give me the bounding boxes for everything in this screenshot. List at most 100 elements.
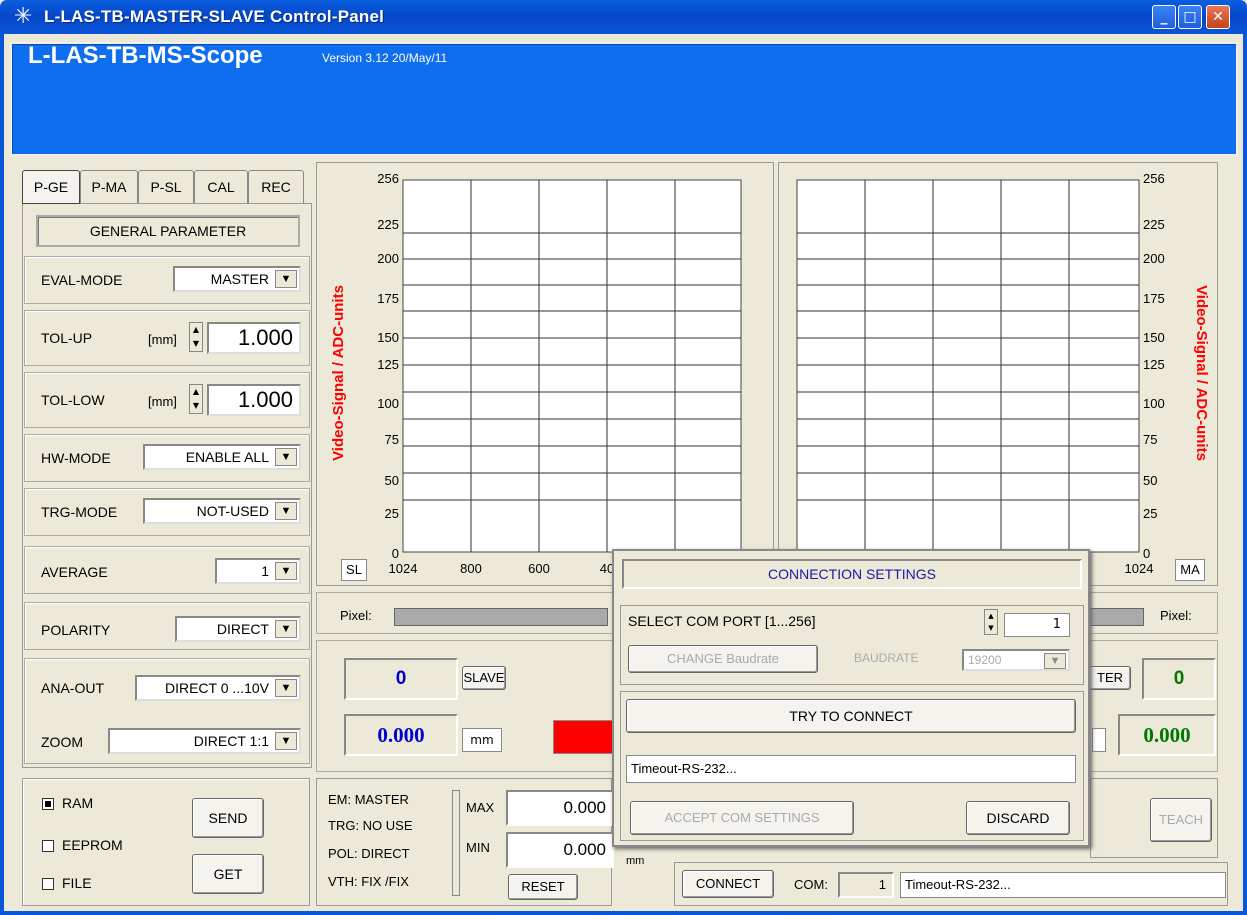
polarity-label: POLARITY — [41, 622, 111, 638]
pixel-label-right: Pixel: — [1160, 608, 1192, 623]
change-baudrate-button[interactable]: CHANGE Baudrate — [628, 645, 818, 673]
tab-p-ge[interactable]: P-GE — [22, 170, 80, 204]
select-com-label: SELECT COM PORT [1...256] — [628, 613, 816, 629]
minimize-button[interactable]: _ — [1152, 5, 1176, 29]
hw-mode-select[interactable]: ENABLE ALL ▼ — [143, 444, 301, 470]
slave-scope-chart: 256 225 200 175 150 125 100 75 50 25 0 1… — [316, 162, 774, 586]
x-tick-label: 800 — [460, 561, 482, 576]
y-tick-label: 125 — [1143, 357, 1165, 372]
average-select[interactable]: 1 ▼ — [215, 558, 301, 584]
y-tick-label: 0 — [392, 546, 399, 561]
y-axis-label: Video-Signal / ADC-units — [1193, 285, 1210, 461]
hw-mode-label: HW-MODE — [41, 450, 111, 466]
master-scope-chart: 256 225 200 175 150 125 100 75 50 25 0 1… — [778, 162, 1218, 586]
y-tick-label: 150 — [377, 330, 399, 345]
accept-com-settings-button[interactable]: ACCEPT COM SETTINGS — [630, 801, 854, 835]
y-tick-label: 225 — [1143, 217, 1165, 232]
y-tick-label: 75 — [385, 432, 399, 447]
chevron-down-icon[interactable]: ▼ — [275, 620, 297, 638]
tab-p-sl[interactable]: P-SL — [138, 170, 194, 204]
app-title: L-LAS-TB-MS-Scope — [28, 42, 263, 69]
max-label: MAX — [466, 800, 495, 815]
status-em: EM: MASTER — [328, 792, 409, 807]
discard-button[interactable]: DISCARD — [966, 801, 1070, 835]
x-tick-label: 1024 — [1125, 561, 1154, 576]
baudrate-select[interactable]: 19200 ▼ — [962, 649, 1070, 671]
chevron-down-icon[interactable]: ▼ — [275, 732, 297, 750]
status-indicator-red — [553, 720, 613, 754]
eval-mode-select[interactable]: MASTER ▼ — [173, 266, 301, 292]
y-tick-label: 75 — [1143, 432, 1157, 447]
y-tick-label: 100 — [1143, 396, 1165, 411]
chevron-down-icon[interactable]: ▼ — [1044, 653, 1066, 669]
close-button[interactable]: ✕ — [1206, 5, 1230, 29]
chevron-down-icon[interactable]: ▼ — [275, 270, 297, 288]
tab-rec[interactable]: REC — [248, 170, 304, 204]
y-tick-label: 200 — [377, 251, 399, 266]
y-tick-label: 25 — [385, 506, 399, 521]
tol-low-label: TOL-LOW — [41, 392, 105, 408]
chevron-down-icon[interactable]: ▼ — [275, 679, 297, 697]
teach-button[interactable]: TEACH — [1150, 798, 1212, 842]
tol-low-input[interactable]: 1.000 — [207, 384, 301, 416]
trg-mode-select[interactable]: NOT-USED ▼ — [143, 498, 301, 524]
tol-up-input[interactable]: 1.000 — [207, 322, 301, 354]
master-corner-label: MA — [1175, 559, 1205, 581]
zoom-select[interactable]: DIRECT 1:1 ▼ — [108, 728, 301, 754]
zoom-label: ZOOM — [41, 734, 83, 750]
y-tick-label: 50 — [1143, 473, 1157, 488]
average-label: AVERAGE — [41, 564, 108, 580]
x-tick-label: 600 — [528, 561, 550, 576]
file-checkbox[interactable] — [42, 878, 54, 890]
tol-low-spinner[interactable]: ▲ ▼ — [189, 384, 203, 414]
y-tick-label: 256 — [377, 171, 399, 186]
y-tick-label: 150 — [1143, 330, 1165, 345]
reset-button[interactable]: RESET — [508, 874, 578, 900]
y-tick-label: 50 — [385, 473, 399, 488]
slave-button[interactable]: SLAVE — [462, 666, 506, 690]
tol-up-spinner[interactable]: ▲ ▼ — [189, 322, 203, 352]
master-value-display: 0.000 — [1118, 714, 1216, 756]
master-count-display: 0 — [1142, 658, 1216, 700]
chevron-down-icon[interactable]: ▼ — [275, 448, 297, 466]
maximize-button[interactable]: □ — [1178, 5, 1202, 29]
master-button[interactable]: TER — [1089, 666, 1131, 690]
y-tick-label: 225 — [377, 217, 399, 232]
pixel-label-left: Pixel: — [340, 608, 372, 623]
com-label: COM: — [794, 877, 828, 892]
connect-button[interactable]: CONNECT — [682, 870, 774, 898]
y-tick-label: 0 — [1143, 546, 1150, 561]
ram-checkbox[interactable] — [42, 798, 54, 810]
minmax-unit: mm — [626, 855, 645, 867]
slave-count-display: 0 — [344, 658, 458, 700]
slave-corner-label: SL — [341, 559, 367, 581]
chevron-down-icon[interactable]: ▼ — [275, 502, 297, 520]
tab-cal[interactable]: CAL — [194, 170, 248, 204]
slave-unit-label: mm — [462, 728, 502, 752]
general-parameter-title: GENERAL PARAMETER — [36, 215, 300, 247]
pixel-progress-left — [394, 608, 608, 626]
y-tick-label: 175 — [1143, 291, 1165, 306]
com-port-input[interactable]: 1 — [1004, 613, 1070, 637]
send-button[interactable]: SEND — [192, 798, 264, 838]
get-button[interactable]: GET — [192, 854, 264, 894]
eval-mode-label: EVAL-MODE — [41, 272, 123, 288]
com-port-spinner[interactable]: ▲ ▼ — [984, 609, 998, 635]
window-title: L-LAS-TB-MASTER-SLAVE Control-Panel — [44, 7, 385, 26]
y-tick-label: 200 — [1143, 251, 1165, 266]
slave-value-display: 0.000 — [344, 714, 458, 756]
tol-low-unit: [mm] — [148, 394, 177, 409]
eeprom-checkbox[interactable] — [42, 840, 54, 852]
y-tick-label: 175 — [377, 291, 399, 306]
y-axis-label: Video-Signal / ADC-units — [330, 285, 347, 461]
eeprom-label: EEPROM — [62, 837, 123, 853]
tol-up-unit: [mm] — [148, 332, 177, 347]
chevron-down-icon[interactable]: ▼ — [275, 562, 297, 580]
ana-out-select[interactable]: DIRECT 0 ...10V ▼ — [135, 675, 301, 701]
polarity-select[interactable]: DIRECT ▼ — [175, 616, 301, 642]
dialog-status-field: Timeout-RS-232... — [626, 755, 1076, 783]
master-unit-stub — [1092, 728, 1106, 752]
tab-p-ma[interactable]: P-MA — [80, 170, 138, 204]
status-pol: POL: DIRECT — [328, 846, 410, 861]
try-to-connect-button[interactable]: TRY TO CONNECT — [626, 699, 1076, 733]
